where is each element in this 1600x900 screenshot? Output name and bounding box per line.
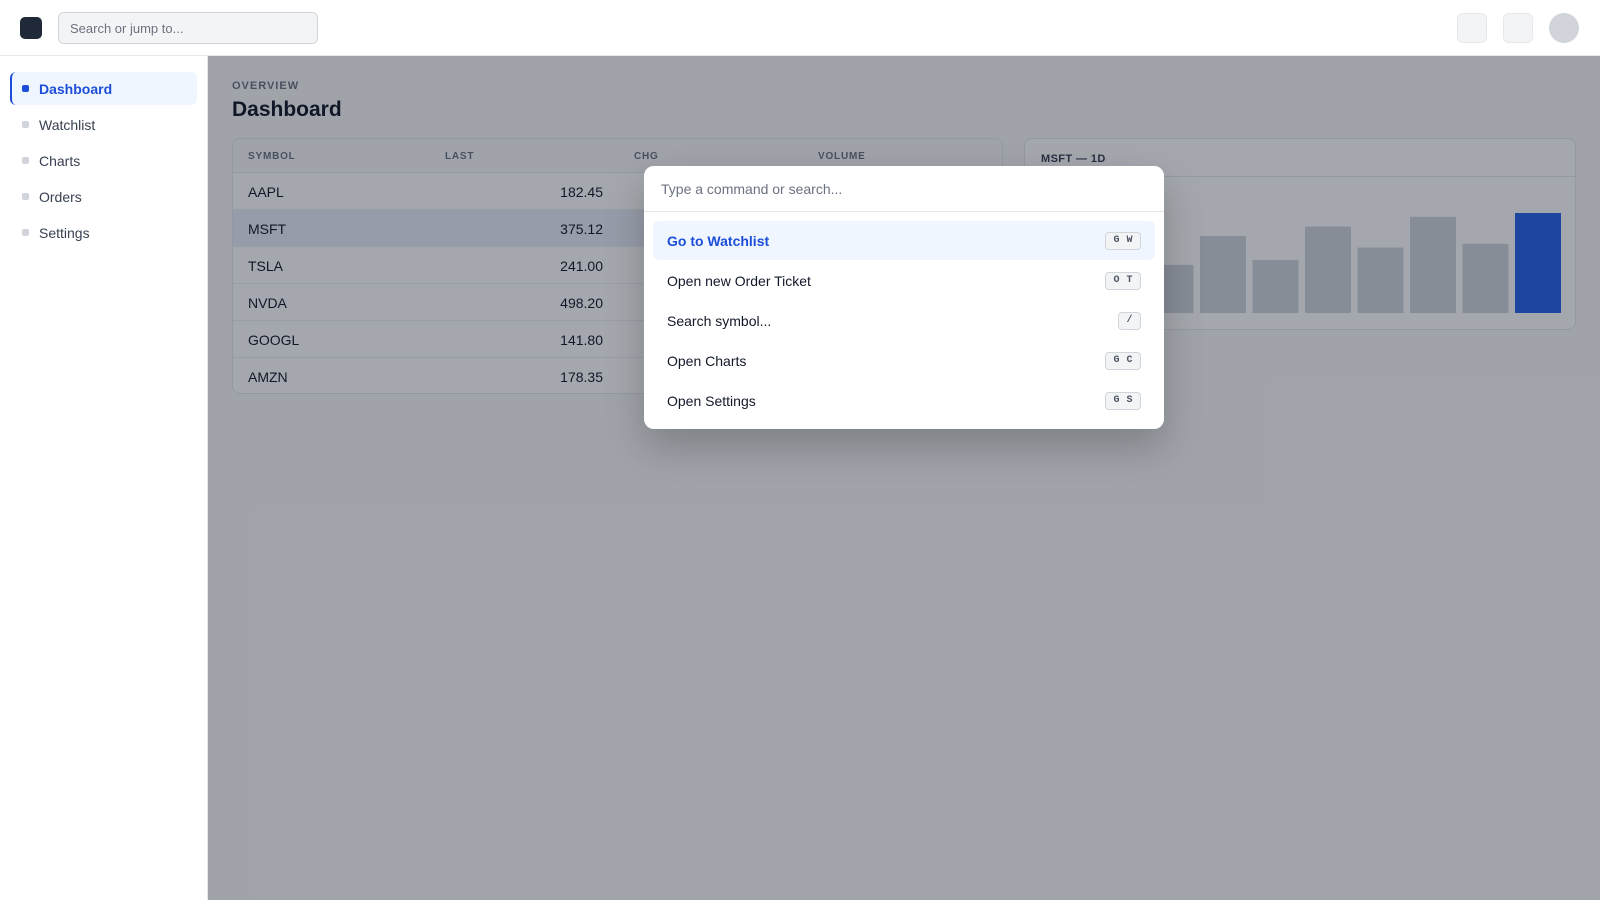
shortcut-hint: G S bbox=[1105, 392, 1141, 410]
toolbar-button[interactable] bbox=[1457, 13, 1487, 43]
command-item-open-settings[interactable]: Open Settings G S bbox=[653, 381, 1155, 420]
app-logo[interactable] bbox=[20, 17, 42, 39]
toolbar-button[interactable] bbox=[1503, 13, 1533, 43]
sidebar-item-watchlist[interactable]: Watchlist bbox=[10, 108, 197, 141]
command-item-open-order-ticket[interactable]: Open new Order Ticket O T bbox=[653, 261, 1155, 300]
sidebar-item-label: Charts bbox=[39, 152, 81, 169]
sidebar-item-label: Orders bbox=[39, 188, 82, 205]
top-bar bbox=[0, 0, 1600, 56]
sidebar-item-label: Watchlist bbox=[39, 116, 96, 133]
command-label: Open new Order Ticket bbox=[667, 273, 811, 289]
sidebar-item-settings[interactable]: Settings bbox=[10, 216, 197, 249]
sidebar-item-dashboard[interactable]: Dashboard bbox=[10, 72, 197, 105]
sidebar: Dashboard Watchlist Charts Orders Settin… bbox=[0, 56, 208, 900]
nav-dot-icon bbox=[22, 85, 29, 92]
nav-dot-icon bbox=[22, 229, 29, 236]
command-label: Go to Watchlist bbox=[667, 233, 770, 249]
shortcut-hint: G W bbox=[1105, 232, 1141, 250]
nav-dot-icon bbox=[22, 193, 29, 200]
command-label: Open Settings bbox=[667, 393, 756, 409]
command-item-go-to-watchlist[interactable]: Go to Watchlist G W bbox=[653, 221, 1155, 260]
nav-dot-icon bbox=[22, 157, 29, 164]
shortcut-hint: O T bbox=[1105, 272, 1141, 290]
sidebar-item-orders[interactable]: Orders bbox=[10, 180, 197, 213]
nav-dot-icon bbox=[22, 121, 29, 128]
sidebar-item-charts[interactable]: Charts bbox=[10, 144, 197, 177]
command-item-search-symbol[interactable]: Search symbol... / bbox=[653, 301, 1155, 340]
command-palette: Go to Watchlist G W Open new Order Ticke… bbox=[644, 166, 1164, 429]
sidebar-item-label: Dashboard bbox=[39, 80, 113, 97]
command-search-input[interactable] bbox=[644, 166, 1164, 212]
shortcut-hint: G C bbox=[1105, 352, 1141, 370]
command-label: Search symbol... bbox=[667, 313, 772, 329]
avatar[interactable] bbox=[1549, 13, 1579, 43]
sidebar-item-label: Settings bbox=[39, 224, 90, 241]
global-search-input[interactable] bbox=[58, 12, 318, 44]
command-item-open-charts[interactable]: Open Charts G C bbox=[653, 341, 1155, 380]
shortcut-hint: / bbox=[1118, 312, 1141, 330]
command-label: Open Charts bbox=[667, 353, 747, 369]
